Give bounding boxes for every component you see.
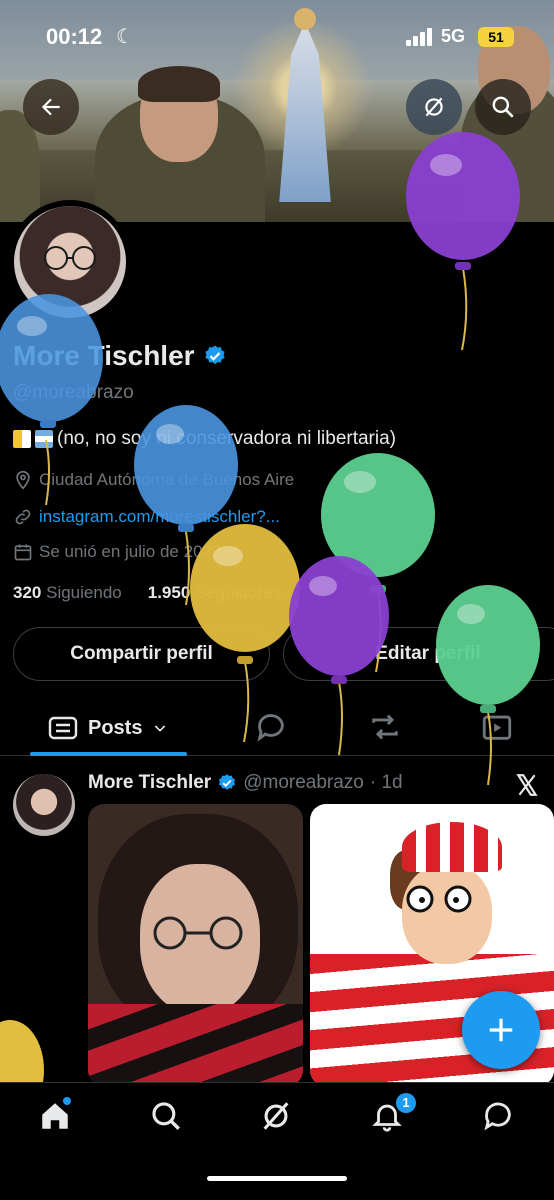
back-arrow-icon	[41, 98, 60, 116]
profile-link[interactable]: instagram.com/morestischler?...	[39, 507, 280, 527]
argentina-flag-icon	[35, 430, 53, 448]
home-indicator	[207, 1176, 347, 1181]
plus-icon	[489, 1018, 513, 1042]
profile-joined: Se unió en julio de 2023 ›	[13, 542, 233, 562]
vatican-flag-icon	[13, 430, 31, 448]
following-stat[interactable]: 320 Siguiendo	[13, 583, 122, 603]
selfie-shirt	[88, 1004, 303, 1086]
bio-text: (no, no soy ni conservadora ni libertari…	[57, 428, 397, 449]
post-author-handle: @moreabrazo	[243, 772, 364, 793]
post-header: More Tischler @moreabrazo · 1d	[88, 772, 403, 794]
following-count: 320	[13, 583, 42, 602]
chevron-down-icon[interactable]	[152, 720, 168, 736]
followers-count: 1.950	[147, 583, 191, 602]
bottom-navigation: 1	[0, 1082, 554, 1200]
profile-tabs: Posts	[0, 700, 554, 756]
link-icon	[15, 509, 31, 525]
media-icon[interactable]	[480, 710, 514, 744]
grok-icon[interactable]	[259, 1099, 293, 1133]
profile-location: Ciudad Autónoma de Buenos Aire	[13, 470, 294, 490]
status-bar: 00:12 ☾ 5G 51	[0, 22, 554, 52]
tab-posts-label: Posts	[88, 716, 143, 739]
following-label: Siguiendo	[46, 583, 122, 602]
search-button[interactable]	[475, 79, 531, 135]
post-author-avatar[interactable]	[13, 774, 75, 836]
location-icon	[16, 470, 30, 490]
followers-stat[interactable]: 1.950 Seguidores	[148, 583, 281, 603]
tab-posts[interactable]: Posts	[30, 700, 187, 756]
selfie-glasses	[153, 916, 243, 950]
status-time: 00:12	[46, 24, 103, 49]
profile-handle: @moreabrazo	[13, 382, 134, 403]
search-icon[interactable]	[149, 1099, 183, 1133]
verified-badge-icon	[219, 774, 236, 790]
x-logo-icon[interactable]	[514, 772, 540, 798]
joined-text: Se unió en julio de 2023	[39, 542, 222, 561]
moon-icon: ☾	[116, 26, 134, 48]
grok-button[interactable]	[406, 79, 462, 135]
waldo-hat	[402, 822, 502, 872]
reply-icon[interactable]	[254, 710, 288, 744]
profile-link-row: instagram.com/morestischler?...	[13, 507, 280, 527]
battery-indicator: 51	[478, 27, 514, 47]
network-type: 5G	[441, 26, 466, 46]
profile-name: More Tischler	[13, 340, 195, 371]
profile-bio: (no, no soy ni conservadora ni libertari…	[13, 428, 396, 450]
active-tab-indicator	[30, 752, 187, 756]
home-unread-dot	[63, 1097, 71, 1105]
profile-name-row: More Tischler	[13, 340, 227, 372]
avatar-glasses	[44, 246, 96, 270]
profile-avatar[interactable]	[14, 206, 126, 318]
banner-soldier-hair	[138, 66, 220, 102]
post-media-selfie[interactable]	[88, 804, 303, 1086]
posts-icon	[48, 716, 78, 740]
location-text: Ciudad Autónoma de Buenos Aire	[39, 470, 295, 489]
share-profile-button[interactable]: Compartir perfil	[13, 627, 270, 681]
back-button[interactable]	[23, 79, 79, 135]
stat-spacer	[128, 583, 142, 603]
post-time: · 1d	[369, 772, 403, 793]
waldo-glasses	[406, 885, 472, 913]
signal-icon	[406, 28, 434, 46]
chevron-right-icon[interactable]: ›	[227, 542, 233, 562]
followers-label: Seguidores	[195, 583, 282, 602]
post-author-name[interactable]: More Tischler	[88, 772, 211, 794]
messages-icon[interactable]	[481, 1099, 515, 1133]
calendar-icon	[14, 544, 32, 561]
notifications-badge: 1	[396, 1093, 416, 1113]
follow-stats: 320 Siguiendo 1.950 Seguidores	[13, 583, 281, 603]
compose-button[interactable]	[462, 991, 540, 1069]
grok-icon	[425, 97, 443, 117]
search-icon	[492, 96, 514, 118]
edit-profile-button[interactable]: Editar perfil	[283, 627, 554, 681]
verified-badge-icon[interactable]	[203, 344, 227, 368]
waldo-face	[402, 864, 492, 964]
repost-icon[interactable]	[368, 710, 402, 744]
